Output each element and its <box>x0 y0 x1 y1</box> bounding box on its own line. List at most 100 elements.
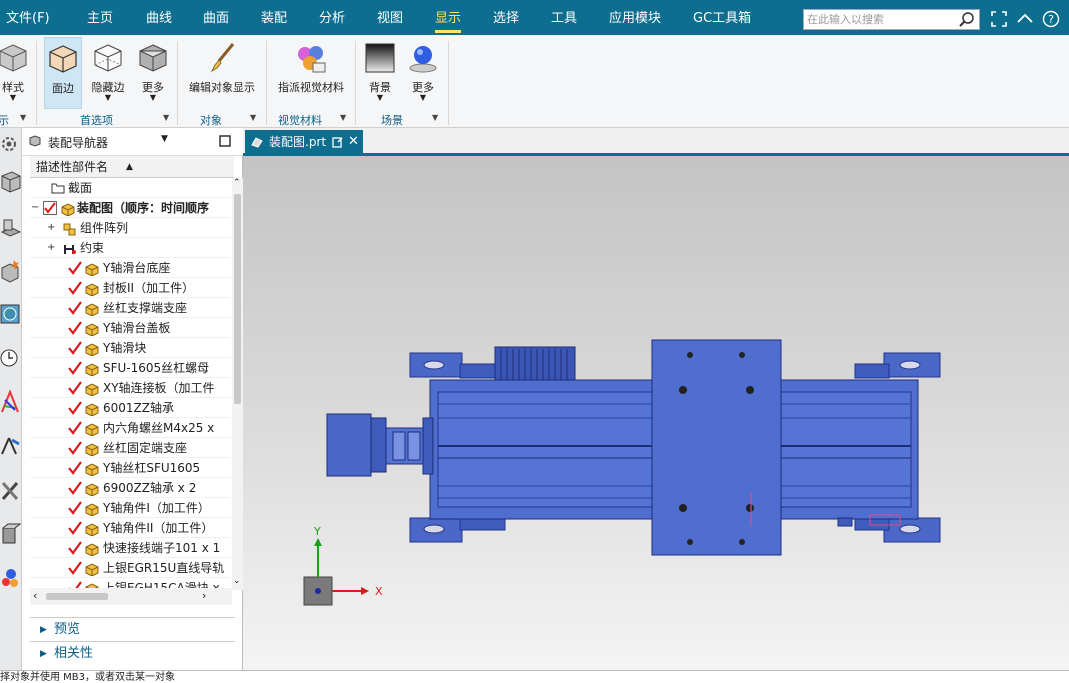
menu-analysis[interactable]: 分析 <box>319 0 345 35</box>
tree-node[interactable]: Y轴滑台底座 <box>30 258 230 278</box>
menu-application[interactable]: 应用模块 <box>609 0 661 35</box>
tree-node[interactable]: 内六角螺丝M4x25 x <box>30 418 230 438</box>
sort-ascending-icon[interactable]: ▲ <box>126 156 133 178</box>
tree-node[interactable]: + 约束 <box>30 238 230 258</box>
assign-visual-material-button[interactable]: 指派视觉材料 <box>272 37 350 109</box>
menu-view[interactable]: 视图 <box>377 0 403 35</box>
visibility-check-icon[interactable] <box>68 321 82 335</box>
constraint-navigator-icon[interactable] <box>0 210 22 242</box>
tree-node[interactable]: SFU-1605丝杠螺母 <box>30 358 230 378</box>
visibility-check-icon[interactable] <box>68 501 82 515</box>
tree-node[interactable]: 6001ZZ轴承 <box>30 398 230 418</box>
menu-surface[interactable]: 曲面 <box>203 0 229 35</box>
horizontal-scroll-thumb[interactable] <box>46 593 108 600</box>
search-icon[interactable] <box>958 11 976 29</box>
tree-node[interactable]: Y轴角件I（加工件） <box>30 498 230 518</box>
edit-object-display-button[interactable]: 编辑对象显示 <box>184 37 260 109</box>
palette-icon[interactable] <box>0 386 22 418</box>
scroll-down-icon[interactable]: ⌄ <box>233 576 241 586</box>
menu-select[interactable]: 选择 <box>493 0 519 35</box>
tree-node[interactable]: 丝杠支撑端支座 <box>30 298 230 318</box>
web-browser-icon[interactable] <box>0 298 22 330</box>
group-arrow-icon[interactable]: ▼ <box>432 113 438 122</box>
assembly-model-view[interactable] <box>243 156 1069 670</box>
tree-vertical-scrollbar[interactable]: ⌃ ⌄ <box>232 178 243 590</box>
menu-assembly[interactable]: 装配 <box>261 0 287 35</box>
vertical-scroll-thumb[interactable] <box>234 194 241 404</box>
maximize-icon[interactable] <box>219 135 231 147</box>
tree-node[interactable]: 快速接线端子101 x 1 <box>30 538 230 558</box>
history-clock-icon[interactable] <box>0 342 22 374</box>
part-navigator-icon[interactable] <box>0 254 22 286</box>
menu-file[interactable]: 文件(F) <box>6 0 50 35</box>
tree-node[interactable]: + 组件阵列 <box>30 218 230 238</box>
close-tab-icon[interactable]: ✕ <box>348 130 359 154</box>
tree-node[interactable]: Y轴角件II（加工件） <box>30 518 230 538</box>
y-axis-slide-assembly[interactable] <box>326 339 941 556</box>
system-materials-icon[interactable] <box>0 518 22 550</box>
more-button-1[interactable]: 更多 ▼ <box>134 37 172 109</box>
settings-gear-icon[interactable] <box>0 128 22 160</box>
visibility-checkbox-icon[interactable] <box>43 201 57 215</box>
tree-node[interactable]: Y轴滑台盖板 <box>30 318 230 338</box>
visibility-check-icon[interactable] <box>68 401 82 415</box>
group-arrow-icon[interactable]: ▼ <box>20 113 26 122</box>
tree-node[interactable]: Y轴丝杠SFU1605 <box>30 458 230 478</box>
tree-node[interactable]: 丝杠固定端支座 <box>30 438 230 458</box>
assembly-navigator-icon[interactable] <box>0 166 22 198</box>
group-arrow-icon[interactable]: ▼ <box>163 113 169 122</box>
collapse-ribbon-icon[interactable] <box>1016 10 1034 28</box>
visibility-check-icon[interactable] <box>68 521 82 535</box>
expand-node-icon[interactable]: + <box>47 238 55 257</box>
expand-node-icon[interactable]: + <box>47 218 55 237</box>
visibility-check-icon[interactable] <box>68 441 82 455</box>
hidden-edge-button[interactable]: 隐藏边 ▼ <box>88 37 128 109</box>
more-button-2[interactable]: 更多 ▼ <box>404 37 442 109</box>
tree-node[interactable]: 上银EGR15U直线导轨 <box>30 558 230 578</box>
menu-curve[interactable]: 曲线 <box>146 0 172 35</box>
visibility-check-icon[interactable] <box>68 541 82 555</box>
visibility-check-icon[interactable] <box>68 301 82 315</box>
face-edge-button[interactable]: 面边 <box>44 37 82 109</box>
scroll-right-icon[interactable]: › <box>202 589 206 602</box>
background-button[interactable]: 背景 ▼ <box>360 37 400 109</box>
undock-icon[interactable] <box>332 137 343 148</box>
collapse-node-icon[interactable]: − <box>31 198 39 217</box>
menu-home[interactable]: 主页 <box>87 0 113 35</box>
tree-node[interactable]: 截面 <box>30 178 230 198</box>
visibility-check-icon[interactable] <box>68 561 82 575</box>
tools-icon[interactable] <box>0 474 22 506</box>
navigator-menu-dropdown-icon[interactable]: ▼ <box>161 134 168 144</box>
reuse-library-icon[interactable] <box>0 430 22 462</box>
style-button[interactable]: 样式 ▼ <box>0 37 30 109</box>
visibility-check-icon[interactable] <box>68 341 82 355</box>
scroll-up-icon[interactable]: ⌃ <box>233 178 241 188</box>
menu-display[interactable]: 显示 <box>435 0 462 35</box>
scroll-left-icon[interactable]: ‹ <box>33 589 37 602</box>
visibility-check-icon[interactable] <box>68 481 82 495</box>
help-icon[interactable]: ? <box>1042 10 1060 28</box>
tree-node[interactable]: XY轴连接板（加工件 <box>30 378 230 398</box>
visibility-check-icon[interactable] <box>68 421 82 435</box>
column-header[interactable]: 描述性部件名 ▲ <box>30 156 234 178</box>
dependencies-section[interactable]: ▶ 相关性 <box>30 641 235 665</box>
group-arrow-icon[interactable]: ▼ <box>250 113 256 122</box>
document-tab[interactable]: 装配图.prt ✕ <box>245 130 363 154</box>
group-arrow-icon[interactable]: ▼ <box>340 113 346 122</box>
fullscreen-icon[interactable] <box>990 10 1008 28</box>
tree-node[interactable]: 6900ZZ轴承 x 2 <box>30 478 230 498</box>
visibility-check-icon[interactable] <box>68 361 82 375</box>
search-input[interactable] <box>804 10 954 29</box>
menu-tools[interactable]: 工具 <box>551 0 577 35</box>
preview-section[interactable]: ▶ 预览 <box>30 617 235 641</box>
visibility-check-icon[interactable] <box>68 461 82 475</box>
tree-node[interactable]: 封板II（加工件） <box>30 278 230 298</box>
tree-node[interactable]: Y轴滑块 <box>30 338 230 358</box>
tree-horizontal-scrollbar[interactable]: ‹ › <box>30 588 232 605</box>
tree-node[interactable]: − 装配图（顺序：时间顺序 <box>30 198 230 218</box>
visibility-check-icon[interactable] <box>68 381 82 395</box>
visibility-check-icon[interactable] <box>68 261 82 275</box>
menu-gc-toolbox[interactable]: GC工具箱 <box>693 0 751 35</box>
role-icon[interactable] <box>0 562 22 594</box>
visibility-check-icon[interactable] <box>68 281 82 295</box>
